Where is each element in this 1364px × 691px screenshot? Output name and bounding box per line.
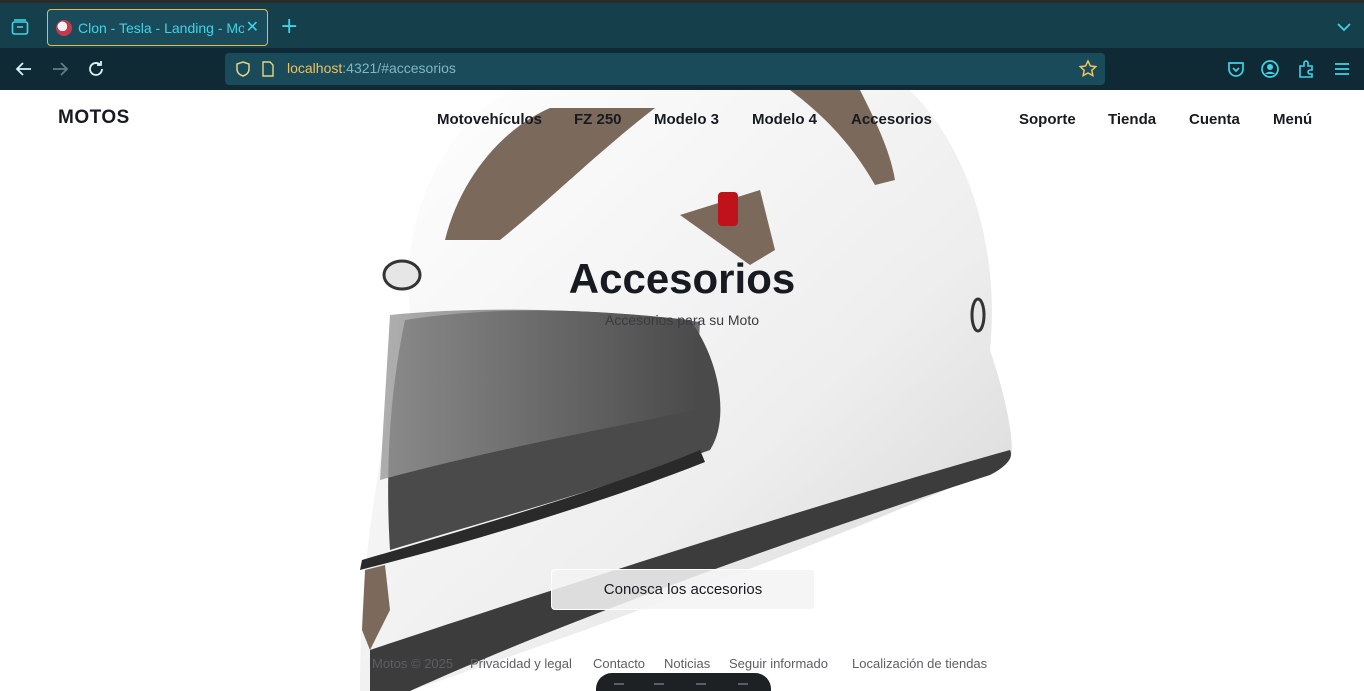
hamburger-menu-icon[interactable] <box>1331 58 1353 80</box>
footer-link-tiendas[interactable]: Localización de tiendas <box>852 656 987 671</box>
nav-link-accesorios[interactable]: Accesorios <box>851 111 932 128</box>
url-host: localhost <box>287 60 343 76</box>
page-viewport: MOTOS Motovehículos FZ 250 Modelo 3 Mode… <box>0 90 1364 691</box>
nav-link-menu[interactable]: Menú <box>1273 111 1312 128</box>
url-path: :4321/#accesorios <box>342 60 456 76</box>
forward-arrow-icon[interactable] <box>49 58 71 80</box>
nav-link-fz250[interactable]: FZ 250 <box>574 111 622 128</box>
url-text[interactable]: localhost:4321/#accesorios <box>287 60 456 76</box>
nav-link-motovehiculos[interactable]: Motovehículos <box>437 111 542 128</box>
nav-link-soporte[interactable]: Soporte <box>1019 111 1076 128</box>
cta-accesorios-button[interactable]: Conosca los accesorios <box>551 569 815 610</box>
back-arrow-icon[interactable] <box>13 58 35 80</box>
account-icon[interactable] <box>1259 58 1281 80</box>
browser-tab-bar: Clon - Tesla - Landing - Motos ✕ + <box>0 0 1364 48</box>
hero-subtitle: Accesorios para su Moto <box>604 312 760 328</box>
footer-link-contacto[interactable]: Contacto <box>593 656 645 671</box>
helmet-favicon-icon <box>56 19 72 36</box>
address-bar[interactable]: localhost:4321/#accesorios <box>225 53 1105 85</box>
pocket-icon[interactable] <box>1225 58 1247 80</box>
page-icon <box>261 61 275 77</box>
reload-icon[interactable] <box>85 58 107 80</box>
dev-toolbar-icon[interactable] <box>696 683 706 691</box>
nav-link-tienda[interactable]: Tienda <box>1108 111 1156 128</box>
site-logo[interactable]: MOTOS <box>58 107 130 129</box>
hero-title: Accesorios <box>568 255 796 302</box>
chevron-down-icon[interactable] <box>1336 19 1352 35</box>
footer-copyright: Motos © 2025 <box>372 656 454 671</box>
dev-toolbar-icon[interactable] <box>654 683 664 691</box>
footer-link-seguir[interactable]: Seguir informado <box>729 656 828 671</box>
new-tab-button[interactable]: + <box>280 16 298 38</box>
dev-toolbar[interactable] <box>596 673 771 691</box>
browser-toolbar: localhost:4321/#accesorios <box>0 48 1364 90</box>
nav-link-cuenta[interactable]: Cuenta <box>1189 111 1240 128</box>
settings-gear-icon[interactable] <box>738 683 748 691</box>
footer-link-privacidad[interactable]: Privacidad y legal <box>470 656 572 671</box>
nav-link-modelo4[interactable]: Modelo 4 <box>752 111 817 128</box>
dev-toolbar-icon[interactable] <box>614 683 624 691</box>
tab-title: Clon - Tesla - Landing - Motos <box>78 19 244 36</box>
tab-close-icon[interactable]: ✕ <box>246 19 259 35</box>
shield-icon[interactable] <box>234 60 252 78</box>
nav-link-modelo3[interactable]: Modelo 3 <box>654 111 719 128</box>
bookmark-star-icon[interactable] <box>1078 59 1098 79</box>
footer-link-noticias[interactable]: Noticias <box>664 656 710 671</box>
browser-tab-active[interactable]: Clon - Tesla - Landing - Motos ✕ <box>47 9 268 46</box>
tab-list-icon[interactable] <box>10 17 30 37</box>
extensions-icon[interactable] <box>1295 58 1317 80</box>
